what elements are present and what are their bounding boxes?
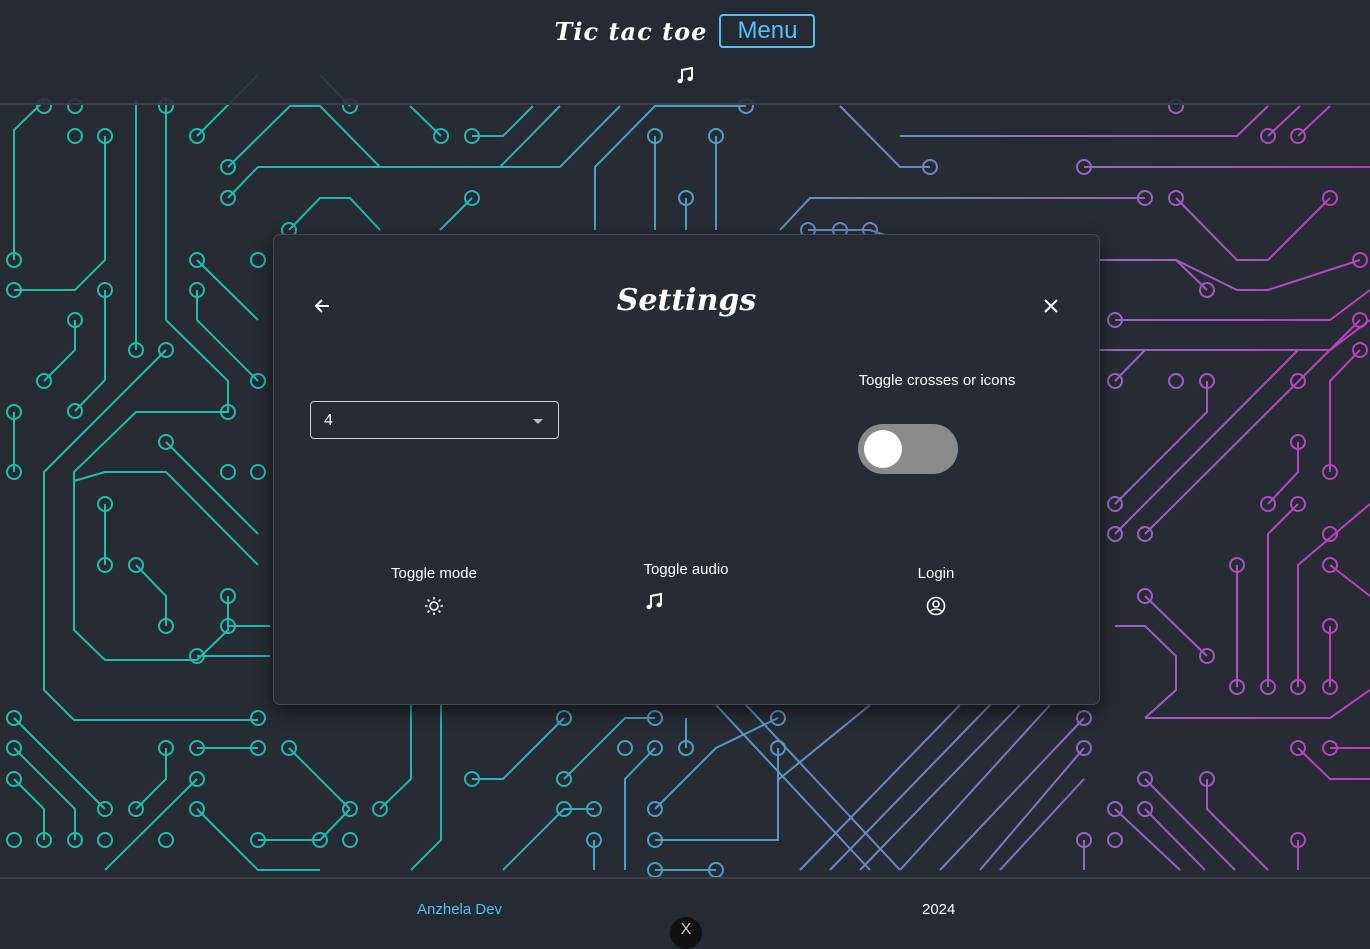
chevron-down-icon <box>533 419 543 424</box>
toggle-crosses-switch[interactable] <box>858 424 958 474</box>
x-badge-icon[interactable]: X <box>670 917 702 949</box>
menu-button[interactable]: Menu <box>719 14 816 48</box>
grid-size-select[interactable]: 4 <box>310 401 559 439</box>
sun-icon[interactable] <box>424 596 444 616</box>
footer-year: 2024 <box>922 901 956 918</box>
music-note-icon[interactable] <box>675 66 695 86</box>
toggle-mode-label: Toggle mode <box>391 565 477 582</box>
settings-modal: Settings 4 Toggle crosses or icons Toggl… <box>274 235 1099 704</box>
music-note-icon[interactable] <box>644 592 664 612</box>
close-icon[interactable] <box>1041 296 1061 316</box>
settings-title: Settings <box>616 283 757 318</box>
app-footer: Anzhela Dev 2024 X <box>0 877 1370 949</box>
login-label: Login <box>917 565 955 582</box>
toggle-knob <box>864 430 902 468</box>
toggle-audio-label: Toggle audio <box>643 561 729 578</box>
grid-size-value: 4 <box>324 412 333 429</box>
app-header: Tic tac toe Menu <box>0 0 1370 105</box>
app-title: Tic tac toe <box>554 16 708 46</box>
toggle-crosses-label: Toggle crosses or icons <box>858 372 1016 389</box>
user-circle-icon[interactable] <box>926 596 946 616</box>
brand-row: Tic tac toe Menu <box>0 14 1370 48</box>
developer-link[interactable]: Anzhela Dev <box>417 901 502 918</box>
